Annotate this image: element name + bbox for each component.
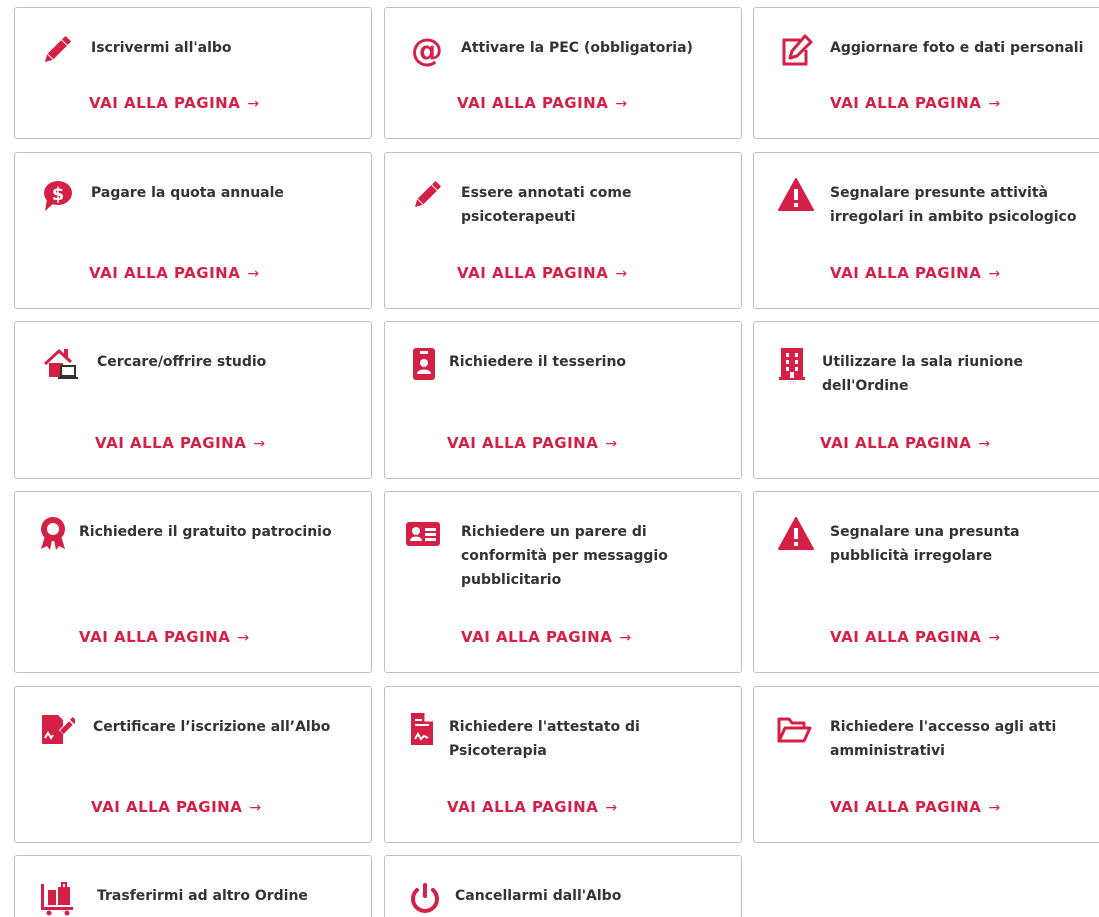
signed-document-icon [39,711,75,747]
card-title: Certificare l’iscrizione all’Albo [93,719,331,735]
go-to-page-link[interactable]: VAI ALLA PAGINA → [89,264,260,282]
award-ribbon-icon [35,516,71,552]
go-to-page-link[interactable]: VAI ALLA PAGINA → [457,264,628,282]
service-card[interactable]: Certificare l’iscrizione all’Albo VAI AL… [14,686,372,843]
service-card[interactable]: Richiedere l'accesso agli atti amministr… [753,686,1099,843]
luggage-cart-icon [39,880,75,916]
card-title: Richiedere il gratuito patrocinio [79,524,332,540]
go-to-page-link[interactable]: VAI ALLA PAGINA → [91,798,262,816]
go-to-page-link[interactable]: VAI ALLA PAGINA → [820,434,991,452]
go-to-page-link[interactable]: VAI ALLA PAGINA → [89,94,260,112]
service-card[interactable]: Essere annotati come psicoterapeuti VAI … [384,152,742,309]
card-title: Aggiornare foto e dati personali [830,40,1084,56]
card-title: Richiedere l'accesso agli atti amministr… [830,719,1057,759]
service-card[interactable]: Richiedere un parere di conformità per m… [384,491,742,673]
warning-triangle-icon [778,516,814,552]
service-card[interactable]: @ Attivare la PEC (obbligatoria) VAI ALL… [384,7,742,139]
card-title: Cercare/offrire studio [97,354,267,370]
service-card[interactable]: Segnalare presunte attività irregolari i… [753,152,1099,309]
house-laptop-icon [43,346,79,382]
card-title: Iscrivermi all'albo [91,40,232,56]
card-title: Pagare la quota annuale [91,185,284,201]
power-icon [407,880,443,916]
card-title: Richiedere il tesserino [449,354,627,370]
go-to-page-link[interactable]: VAI ALLA PAGINA → [95,434,266,452]
dollar-speech-bubble-icon: $ [39,177,75,213]
service-card[interactable]: Richiedere l'attestato di Psicoterapia V… [384,686,742,843]
card-title: Trasferirmi ad altro Ordine [97,888,308,904]
id-card-icon [405,516,441,552]
service-card[interactable]: Segnalare una presunta pubblicità irrego… [753,491,1099,673]
service-card[interactable]: Cancellarmi dall'Albo [384,855,742,917]
at-sign-icon: @ [409,32,445,68]
service-card[interactable]: Iscrivermi all'albo VAI ALLA PAGINA → [14,7,372,139]
go-to-page-link[interactable]: VAI ALLA PAGINA → [457,94,628,112]
service-card[interactable]: Trasferirmi ad altro Ordine [14,855,372,917]
go-to-page-link[interactable]: VAI ALLA PAGINA → [447,798,618,816]
go-to-page-link[interactable]: VAI ALLA PAGINA → [79,628,250,646]
open-folder-icon [776,711,812,747]
service-card[interactable]: Richiedere il tesserino VAI ALLA PAGINA → [384,321,742,479]
edit-square-icon [778,32,814,68]
services-grid: Iscrivermi all'albo VAI ALLA PAGINA → @ A… [0,0,1099,917]
service-card[interactable]: $ Pagare la quota annuale VAI ALLA PAGIN… [14,152,372,309]
card-title: Richiedere un parere di conformità per m… [461,524,668,588]
service-card[interactable]: Cercare/offrire studio VAI ALLA PAGINA → [14,321,372,479]
id-badge-icon [407,346,443,382]
warning-triangle-icon [778,177,814,213]
building-icon [776,346,812,382]
go-to-page-link[interactable]: VAI ALLA PAGINA → [830,628,1001,646]
file-signature-icon [405,711,441,747]
go-to-page-link[interactable]: VAI ALLA PAGINA → [830,798,1001,816]
card-title: Essere annotati come psicoterapeuti [461,185,632,225]
card-title: Richiedere l'attestato di Psicoterapia [449,719,640,759]
card-title: Utilizzare la sala riunione dell'Ordine [822,354,1024,394]
go-to-page-link[interactable]: VAI ALLA PAGINA → [447,434,618,452]
card-title: Cancellarmi dall'Albo [455,888,622,904]
service-card[interactable]: Utilizzare la sala riunione dell'Ordine … [753,321,1099,479]
go-to-page-link[interactable]: VAI ALLA PAGINA → [830,264,1001,282]
svg-text:@: @ [411,32,443,68]
go-to-page-link[interactable]: VAI ALLA PAGINA → [461,628,632,646]
card-title: Segnalare una presunta pubblicità irrego… [830,524,1020,564]
go-to-page-link[interactable]: VAI ALLA PAGINA → [830,94,1001,112]
svg-text:$: $ [52,184,65,205]
pencil-icon [39,32,75,68]
card-title: Segnalare presunte attività irregolari i… [830,185,1077,225]
pencil-icon [409,177,445,213]
service-card[interactable]: Aggiornare foto e dati personali VAI ALL… [753,7,1099,139]
service-card[interactable]: Richiedere il gratuito patrocinio VAI AL… [14,491,372,673]
card-title: Attivare la PEC (obbligatoria) [461,40,693,56]
